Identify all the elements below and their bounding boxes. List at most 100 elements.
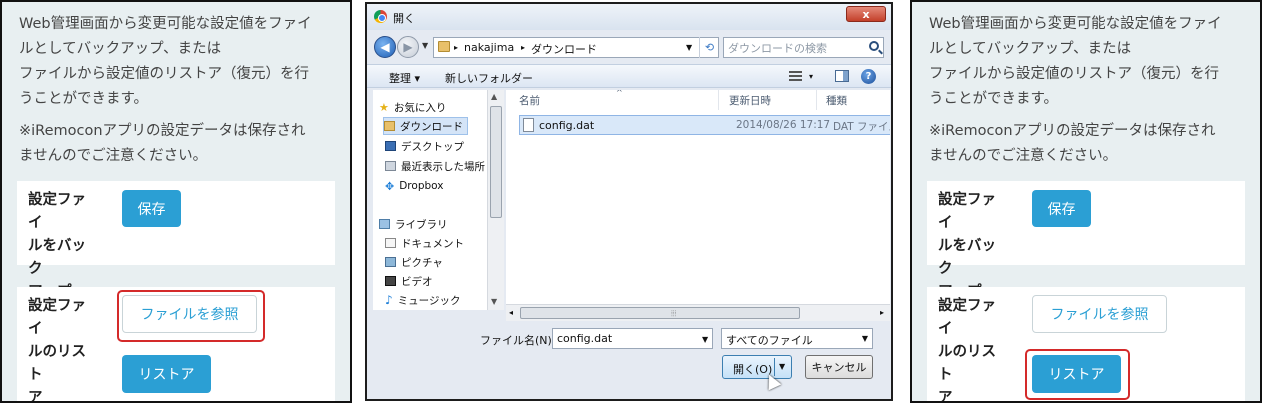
description: Web管理画面から変更可能な設定値をファイ ルとしてバックアップ、または ファイ… <box>929 16 1222 107</box>
search-box[interactable] <box>723 37 884 58</box>
restore-label: 設定ファイ ルのリスト ア <box>28 298 86 403</box>
back-button[interactable]: ◀ <box>374 36 396 58</box>
search-input[interactable] <box>728 40 858 56</box>
save-button[interactable]: 保存 <box>1032 190 1091 227</box>
file-hscrollbar[interactable]: ◂ ⦙⦙⦙ ▸ <box>506 304 890 321</box>
dropbox-icon: ✥ <box>385 179 395 193</box>
back-arrow-icon: ◀ <box>380 40 390 54</box>
address-dropdown-icon[interactable]: ▼ <box>686 43 692 52</box>
refresh-button[interactable]: ⟲ <box>699 37 719 58</box>
column-divider[interactable] <box>816 90 817 110</box>
scroll-up-icon[interactable]: ▲ <box>491 92 497 101</box>
backup-card: 設定ファイ ルをバック アップ 保存 <box>17 181 335 300</box>
nav-item-desktop[interactable]: デスクトップ <box>385 137 464 155</box>
column-divider[interactable] <box>718 90 719 110</box>
search-icon[interactable] <box>869 41 879 51</box>
nav-label: ライブラリ <box>395 218 448 231</box>
backup-card: 設定ファイ ルをバック アップ 保存 <box>927 181 1245 300</box>
breadcrumb-separator-icon: ▸ <box>521 43 526 52</box>
nav-label: ダウンロード <box>400 120 463 133</box>
open-dropdown-icon[interactable]: ▼ <box>779 362 785 371</box>
hscroll-thumb[interactable]: ⦙⦙⦙ <box>520 307 800 319</box>
browse-file-button[interactable]: ファイルを参照 <box>122 295 257 333</box>
nav-label: デスクトップ <box>401 140 464 153</box>
close-button[interactable]: x <box>846 6 886 22</box>
nav-item-videos[interactable]: ビデオ <box>385 272 433 290</box>
column-header-name[interactable]: 名前 <box>519 93 540 108</box>
open-button[interactable]: 開く(O) ▼ <box>722 355 792 379</box>
file-row[interactable]: config.dat 2014/08/26 17:17 DAT ファイル <box>519 115 890 135</box>
filetype-value: すべてのファイル <box>726 334 813 347</box>
file-date: 2014/08/26 17:17 <box>736 119 831 131</box>
filename-label: ファイル名(N): <box>480 334 556 347</box>
nav-item-dropbox[interactable]: ✥ Dropbox <box>385 177 443 195</box>
folder-icon <box>438 41 450 52</box>
dialog-title: 開く <box>393 12 415 25</box>
command-toolbar: 整理 ▾ 新しいフォルダー ▾ ? <box>367 64 891 88</box>
recent-locations-dropdown[interactable]: ▼ <box>422 41 428 50</box>
restore-button[interactable]: リストア <box>122 355 211 393</box>
intro-text: Web管理画面から変更可能な設定値をファイ ルとしてバックアップ、または ファイ… <box>929 12 1249 169</box>
column-header-type[interactable]: 種類 <box>826 93 847 108</box>
filename-dropdown-icon[interactable]: ▼ <box>702 335 708 344</box>
settings-panel-left: Web管理画面から変更可能な設定値をファイ ルとしてバックアップ、または ファイ… <box>0 0 352 403</box>
nav-item-recent[interactable]: 最近表示した場所 <box>385 157 485 175</box>
breadcrumb-downloads[interactable]: ダウンロード <box>531 41 597 57</box>
intro-text: Web管理画面から変更可能な設定値をファイ ルとしてバックアップ、または ファイ… <box>19 12 339 169</box>
nav-label: 最近表示した場所 <box>401 160 485 173</box>
column-header-date[interactable]: 更新日時 <box>729 93 771 108</box>
refresh-icon: ⟲ <box>704 41 715 54</box>
filetype-dropdown-icon: ▼ <box>861 334 868 343</box>
chrome-icon <box>374 10 387 23</box>
address-bar[interactable]: ▸ nakajima ▸ ダウンロード ▼ <box>433 37 719 58</box>
browse-file-button[interactable]: ファイルを参照 <box>1032 295 1167 333</box>
settings-panel-right: Web管理画面から変更可能な設定値をファイ ルとしてバックアップ、または ファイ… <box>910 0 1262 403</box>
scroll-left-icon[interactable]: ◂ <box>509 308 513 317</box>
nav-item-pictures[interactable]: ピクチャ <box>385 253 443 271</box>
filetype-select[interactable]: すべてのファイル ▼ <box>721 328 873 349</box>
scroll-right-icon[interactable]: ▸ <box>880 308 884 317</box>
nav-scrollbar[interactable]: ▲ ▼ <box>487 90 504 310</box>
restore-card: 設定ファイ ルのリスト ア ファイルを参照 リストア <box>927 287 1245 403</box>
nav-item-libraries[interactable]: ライブラリ <box>379 215 448 233</box>
breadcrumb-user[interactable]: nakajima <box>464 41 514 54</box>
pictures-icon <box>385 257 396 267</box>
cancel-button[interactable]: キャンセル <box>805 355 873 379</box>
forward-button[interactable]: ▶ <box>397 36 419 58</box>
file-open-dialog: 開く x ◀ ▶ ▼ ▸ nakajima ▸ ダウンロード ▼ ⟲ 整理 ▾ … <box>365 2 893 401</box>
restore-button[interactable]: リストア <box>1032 355 1121 393</box>
nav-label: Dropbox <box>399 180 444 192</box>
downloads-folder-icon <box>384 121 395 131</box>
nav-item-music[interactable]: ♪ ミュージック <box>385 291 460 309</box>
music-icon: ♪ <box>385 293 393 307</box>
file-list-pane: 名前 ^ 更新日時 種類 config.dat 2014/08/26 17:17… <box>506 90 890 310</box>
new-folder-button[interactable]: 新しいフォルダー <box>445 70 533 86</box>
view-options-icon[interactable] <box>789 71 802 81</box>
help-icon[interactable]: ? <box>861 69 876 84</box>
desktop-icon <box>385 141 396 151</box>
note-text: ※iRemoconアプリの設定データは保存され ませんのでご注意ください。 <box>19 123 306 164</box>
view-menu-dropdown[interactable]: ▾ <box>809 72 813 81</box>
nav-label: ドキュメント <box>401 237 464 250</box>
nav-item-downloads[interactable]: ダウンロード <box>383 117 468 135</box>
description: Web管理画面から変更可能な設定値をファイ ルとしてバックアップ、または ファイ… <box>19 16 312 107</box>
organize-menu[interactable]: 整理 ▾ <box>389 70 420 86</box>
scroll-down-icon[interactable]: ▼ <box>491 297 497 306</box>
nav-label: ビデオ <box>401 275 433 288</box>
filename-field[interactable]: config.dat <box>552 328 713 349</box>
save-button[interactable]: 保存 <box>122 190 181 227</box>
navigation-bar: ◀ ▶ ▼ ▸ nakajima ▸ ダウンロード ▼ ⟲ <box>367 32 891 62</box>
nav-item-favorites[interactable]: ★ お気に入り <box>379 98 446 116</box>
sort-arrow-icon: ^ <box>616 90 623 97</box>
file-icon <box>523 118 534 132</box>
file-type: DAT ファイル <box>833 121 890 133</box>
nav-label: お気に入り <box>393 101 447 114</box>
star-icon: ★ <box>379 100 389 114</box>
nav-label: ピクチャ <box>401 256 443 269</box>
scroll-thumb[interactable] <box>490 106 502 218</box>
preview-pane-icon[interactable] <box>835 70 849 82</box>
nav-item-documents[interactable]: ドキュメント <box>385 234 464 252</box>
restore-label: 設定ファイ ルのリスト ア <box>938 298 996 403</box>
breadcrumb-separator-icon: ▸ <box>454 43 459 52</box>
library-icon <box>379 219 390 229</box>
